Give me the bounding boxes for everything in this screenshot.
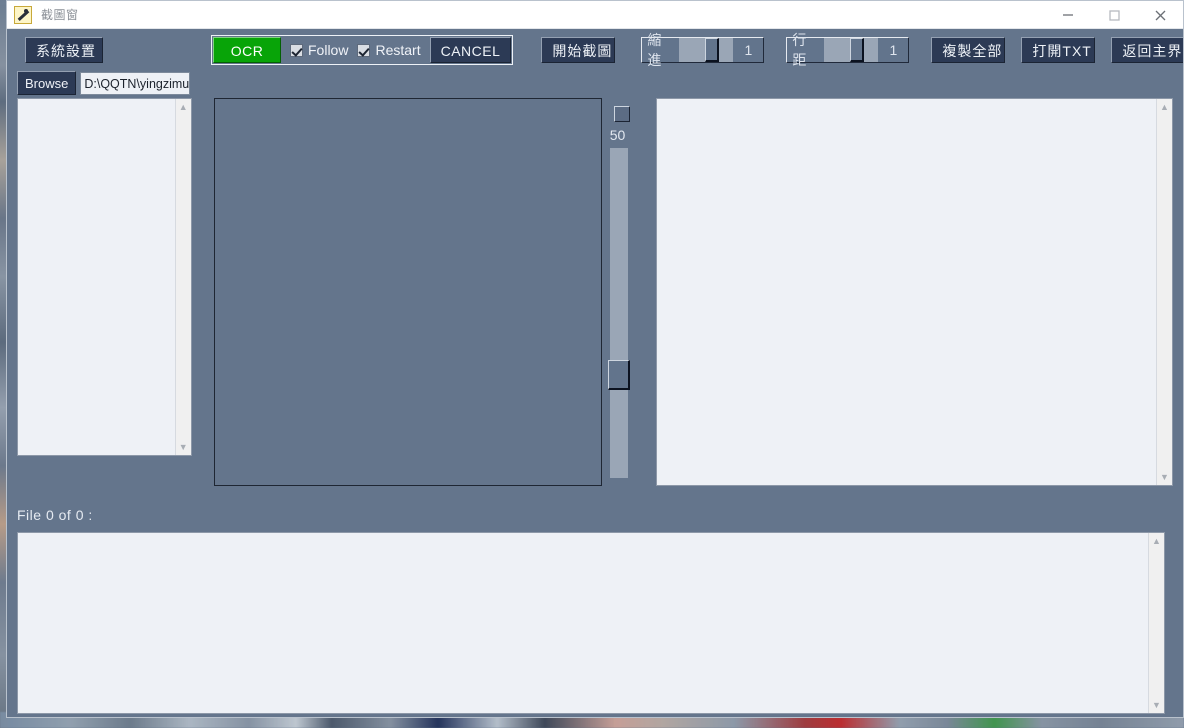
cancel-button[interactable]: CANCEL [429, 37, 512, 63]
file-list-scrollbar[interactable]: ▲ ▼ [174, 99, 191, 455]
titlebar: 截圖窗 [7, 1, 1183, 29]
maximize-icon[interactable] [1091, 1, 1137, 28]
vertical-slider-thumb[interactable] [607, 360, 630, 390]
back-to-main-button[interactable]: 返回主界面 [1111, 37, 1183, 63]
ocr-button[interactable]: OCR [213, 37, 281, 63]
main-toolbar: 系統設置 OCR Follow Restart CANCEL 開始截圖 縮進 1… [7, 29, 1183, 71]
scroll-up-icon[interactable]: ▲ [1157, 99, 1172, 115]
vertical-slider-column: 50 [602, 98, 642, 486]
indent-slider-value: 1 [733, 38, 764, 62]
restart-checkbox-label: Restart [375, 42, 421, 58]
follow-checkbox[interactable]: Follow [290, 42, 348, 58]
open-txt-button[interactable]: 打開TXT [1021, 37, 1096, 63]
follow-checkbox-box[interactable] [290, 43, 303, 57]
path-input[interactable]: D:\QQTN\yingzimu [80, 71, 191, 95]
capture-preview[interactable] [213, 98, 602, 486]
window-title: 截圖窗 [41, 8, 79, 22]
browse-button[interactable]: Browse [17, 71, 77, 95]
body-area: Browse D:\QQTN\yingzimu ▲ ▼ 50 ▲ ▼ File … [7, 71, 1183, 717]
line-spacing-slider[interactable]: 行距 1 [786, 32, 910, 68]
indent-slider-thumb[interactable] [704, 38, 719, 62]
screenshot-tool-icon [14, 5, 32, 24]
system-settings-button[interactable]: 系統設置 [25, 37, 103, 63]
text-output-scrollbar[interactable]: ▲ ▼ [1148, 533, 1164, 713]
scroll-down-icon[interactable]: ▼ [176, 439, 191, 455]
vertical-slider-value: 50 [609, 127, 626, 143]
ocr-control-group: OCR Follow Restart CANCEL [211, 35, 514, 65]
indent-slider-label: 縮進 [642, 32, 679, 68]
line-spacing-slider-value: 1 [878, 38, 909, 62]
vertical-slider-track[interactable] [607, 148, 630, 478]
line-spacing-slider-label: 行距 [787, 32, 824, 68]
panels-row: ▲ ▼ 50 ▲ ▼ [17, 98, 1173, 486]
follow-checkbox-label: Follow [308, 42, 349, 58]
ocr-result-scrollbar[interactable]: ▲ ▼ [1156, 99, 1172, 485]
file-counter-status: File 0 of 0 : [17, 507, 93, 523]
line-spacing-slider-track[interactable] [823, 38, 879, 62]
scroll-down-icon[interactable]: ▼ [1149, 697, 1164, 713]
copy-all-button[interactable]: 複製全部 [931, 37, 1006, 63]
file-list[interactable]: ▲ ▼ [17, 98, 192, 456]
line-spacing-slider-thumb[interactable] [849, 38, 864, 62]
preview-wrapper: 50 [213, 98, 642, 486]
text-output-panel[interactable]: ▲ ▼ [17, 532, 1165, 714]
start-capture-button[interactable]: 開始截圖 [541, 37, 616, 63]
vslider-toggle-button[interactable] [613, 106, 630, 122]
minimize-icon[interactable] [1045, 1, 1091, 28]
indent-slider[interactable]: 縮進 1 [641, 32, 765, 68]
scroll-up-icon[interactable]: ▲ [176, 99, 191, 115]
restart-checkbox-box[interactable] [357, 43, 371, 57]
screenshot-tool-window: 截圖窗 系統設置 OCR Follow Restart CANCEL 開始截圖 [6, 0, 1184, 718]
close-icon[interactable] [1137, 1, 1183, 28]
indent-slider-track[interactable] [678, 38, 734, 62]
scroll-down-icon[interactable]: ▼ [1157, 469, 1172, 485]
ocr-result-panel[interactable]: ▲ ▼ [655, 98, 1173, 486]
restart-checkbox[interactable]: Restart [357, 42, 421, 58]
path-row: Browse D:\QQTN\yingzimu [17, 71, 1173, 95]
scroll-up-icon[interactable]: ▲ [1149, 533, 1164, 549]
